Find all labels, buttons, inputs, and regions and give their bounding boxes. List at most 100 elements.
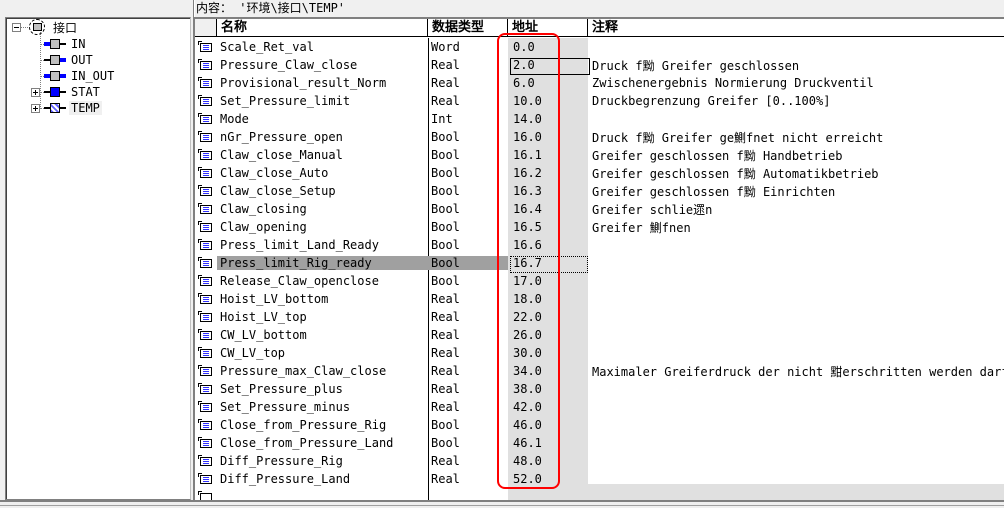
cell-type[interactable]: Bool <box>428 238 508 252</box>
table-row[interactable]: Mode Int 14.0 <box>195 110 1004 128</box>
cell-name[interactable]: Diff_Pressure_Rig <box>217 454 428 468</box>
cell-name[interactable]: Claw_close_Manual <box>217 148 428 162</box>
cell-type[interactable]: Bool <box>428 148 508 162</box>
cell-type[interactable]: Bool <box>428 220 508 234</box>
cell-name[interactable]: CW_LV_bottom <box>217 328 428 342</box>
tree-item-in[interactable]: IN <box>44 36 87 52</box>
table-row[interactable]: Claw_close_Manual Bool 16.1 Greifer geschlo… <box>195 146 1004 164</box>
table-row[interactable]: Press_limit_Land_Ready Bool 16.6 <box>195 236 1004 254</box>
table-row[interactable]: Hoist_LV_top Real 22.0 <box>195 308 1004 326</box>
cell-type[interactable]: Real <box>428 382 508 396</box>
cell-type[interactable]: Real <box>428 364 508 378</box>
cell-name[interactable]: Hoist_LV_top <box>217 310 428 324</box>
cell-comment[interactable]: Greifer geschlossen f黝 Einrichten <box>588 183 1004 200</box>
cell-comment[interactable]: Zwischenergebnis Normierung Druckventil <box>588 76 1004 90</box>
cell-type[interactable]: Real <box>428 292 508 306</box>
cell-name[interactable]: Claw_close_Auto <box>217 166 428 180</box>
expand-icon[interactable] <box>31 87 40 97</box>
tree-item-temp[interactable]: TEMP <box>31 100 102 116</box>
tree-item-root[interactable]: 接口 <box>12 19 79 35</box>
cell-type[interactable]: Bool <box>428 166 508 180</box>
table-row[interactable]: CW_LV_bottom Real 26.0 <box>195 326 1004 344</box>
table-row[interactable]: CW_LV_top Real 30.0 <box>195 344 1004 362</box>
cell-name[interactable]: Mode <box>217 112 428 126</box>
cell-name[interactable]: nGr_Pressure_open <box>217 130 428 144</box>
table-row[interactable]: Hoist_LV_bottom Real 18.0 <box>195 290 1004 308</box>
table-row[interactable]: Set_Pressure_plus Real 38.0 <box>195 380 1004 398</box>
table-row[interactable]: Claw_opening Bool 16.5 Greifer 鰂fnen <box>195 218 1004 236</box>
table-row[interactable]: Set_Pressure_minus Real 42.0 <box>195 398 1004 416</box>
cell-type[interactable]: Int <box>428 112 508 126</box>
cell-name[interactable]: Pressure_Claw_close <box>217 58 428 72</box>
cell-name[interactable]: Hoist_LV_bottom <box>217 292 428 306</box>
cell-type[interactable]: Bool <box>428 184 508 198</box>
tree-item-in-out[interactable]: IN_OUT <box>44 68 116 84</box>
table-row[interactable]: Set_Pressure_limit Real 10.0 Druckbegrenzun… <box>195 92 1004 110</box>
cell-type[interactable]: Real <box>428 454 508 468</box>
cell-name[interactable]: Set_Pressure_plus <box>217 382 428 396</box>
cell-name[interactable]: Set_Pressure_minus <box>217 400 428 414</box>
collapse-icon[interactable] <box>12 22 21 32</box>
table-row[interactable]: Claw_close_Setup Bool 16.3 Greifer geschlos… <box>195 182 1004 200</box>
cell-type[interactable]: Real <box>428 94 508 108</box>
cell-type[interactable]: Real <box>428 400 508 414</box>
table-row[interactable]: Claw_close_Auto Bool 16.2 Greifer geschloss… <box>195 164 1004 182</box>
cell-type[interactable]: Real <box>428 472 508 486</box>
table-row[interactable]: Claw_closing Bool 16.4 Greifer schlie遝n <box>195 200 1004 218</box>
column-header-type[interactable]: 数据类型 <box>428 19 508 36</box>
cell-type[interactable]: Bool <box>428 256 508 270</box>
tree-item-out[interactable]: OUT <box>44 52 95 68</box>
tree-item-stat[interactable]: STAT <box>31 84 102 100</box>
cell-type[interactable]: Real <box>428 58 508 72</box>
table-row[interactable]: Diff_Pressure_Land Real 52.0 <box>195 470 1004 488</box>
cell-name[interactable]: Press_limit_Land_Ready <box>217 238 428 252</box>
cell-type[interactable]: Bool <box>428 274 508 288</box>
cell-comment[interactable]: Greifer 鰂fnen <box>588 219 1004 236</box>
cell-name[interactable]: Close_from_Pressure_Land <box>217 436 428 450</box>
cell-name[interactable]: Press_limit_Rig_ready <box>217 256 428 270</box>
table-row[interactable]: Scale_Ret_val Word 0.0 <box>195 38 1004 56</box>
cell-name[interactable]: Provisional_result_Norm <box>217 76 428 90</box>
cell-name[interactable]: Set_Pressure_limit <box>217 94 428 108</box>
cell-type[interactable]: Real <box>428 346 508 360</box>
cell-name[interactable]: Claw_opening <box>217 220 428 234</box>
cell-name[interactable]: Pressure_max_Claw_close <box>217 364 428 378</box>
cell-name[interactable]: Close_from_Pressure_Rig <box>217 418 428 432</box>
cell-name[interactable]: Diff_Pressure_Land <box>217 472 428 486</box>
cell-name[interactable]: Release_Claw_openclose <box>217 274 428 288</box>
declaration-table[interactable]: 名称 数据类型 地址 注释 Scale_Ret_val Word 0.0 Pressu… <box>193 17 1004 502</box>
cell-type[interactable]: Bool <box>428 436 508 450</box>
cell-type[interactable]: Real <box>428 310 508 324</box>
table-row[interactable]: Close_from_Pressure_Rig Bool 46.0 <box>195 416 1004 434</box>
table-row[interactable]: Press_limit_Rig_ready Bool 16.7 <box>195 254 1004 273</box>
column-header-name[interactable]: 名称 <box>217 19 428 36</box>
cell-name[interactable]: Scale_Ret_val <box>217 40 428 54</box>
table-row[interactable]: Provisional_result_Norm Real 6.0 Zwischener… <box>195 74 1004 92</box>
cell-type[interactable]: Bool <box>428 418 508 432</box>
cell-comment[interactable]: Druck f黝 Greifer ge鰂fnet nicht erreicht <box>588 129 1004 146</box>
interface-tree[interactable]: 接口 IN OUT IN_OUT STAT TEMP <box>5 17 191 500</box>
cell-comment[interactable]: Greifer geschlossen f黝 Handbetrieb <box>588 147 1004 164</box>
cell-comment[interactable]: Druck f黝 Greifer geschlossen <box>588 57 1004 74</box>
table-row[interactable]: Diff_Pressure_Rig Real 48.0 <box>195 452 1004 470</box>
cell-type[interactable]: Bool <box>428 130 508 144</box>
table-row[interactable]: Pressure_Claw_close Real 2.0 Druck f黝 Greif… <box>195 56 1004 75</box>
cell-comment[interactable]: Greifer geschlossen f黝 Automatikbetrieb <box>588 165 1004 182</box>
table-row[interactable]: Release_Claw_openclose Bool 17.0 <box>195 272 1004 290</box>
table-row[interactable]: nGr_Pressure_open Bool 16.0 Druck f黝 Greife… <box>195 128 1004 146</box>
cell-comment[interactable]: Greifer schlie遝n <box>588 201 1004 218</box>
cell-name[interactable]: Claw_closing <box>217 202 428 216</box>
cell-type[interactable]: Bool <box>428 202 508 216</box>
cell-name[interactable]: Claw_close_Setup <box>217 184 428 198</box>
cell-name[interactable]: CW_LV_top <box>217 346 428 360</box>
cell-type[interactable]: Real <box>428 76 508 90</box>
table-row[interactable]: Close_from_Pressure_Land Bool 46.1 <box>195 434 1004 452</box>
pane-splitter[interactable] <box>193 0 195 17</box>
cell-comment[interactable]: Druckbegrenzung Greifer [0..100%] <box>588 94 1004 108</box>
cell-type[interactable]: Word <box>428 40 508 54</box>
column-header-comment[interactable]: 注释 <box>588 19 1004 36</box>
expand-icon[interactable] <box>31 103 40 113</box>
table-row[interactable]: Pressure_max_Claw_close Real 34.0 Maximaler… <box>195 362 1004 380</box>
cell-comment[interactable]: Maximaler Greiferdruck der nicht 黚erschr… <box>588 363 1004 380</box>
cell-type[interactable]: Real <box>428 328 508 342</box>
